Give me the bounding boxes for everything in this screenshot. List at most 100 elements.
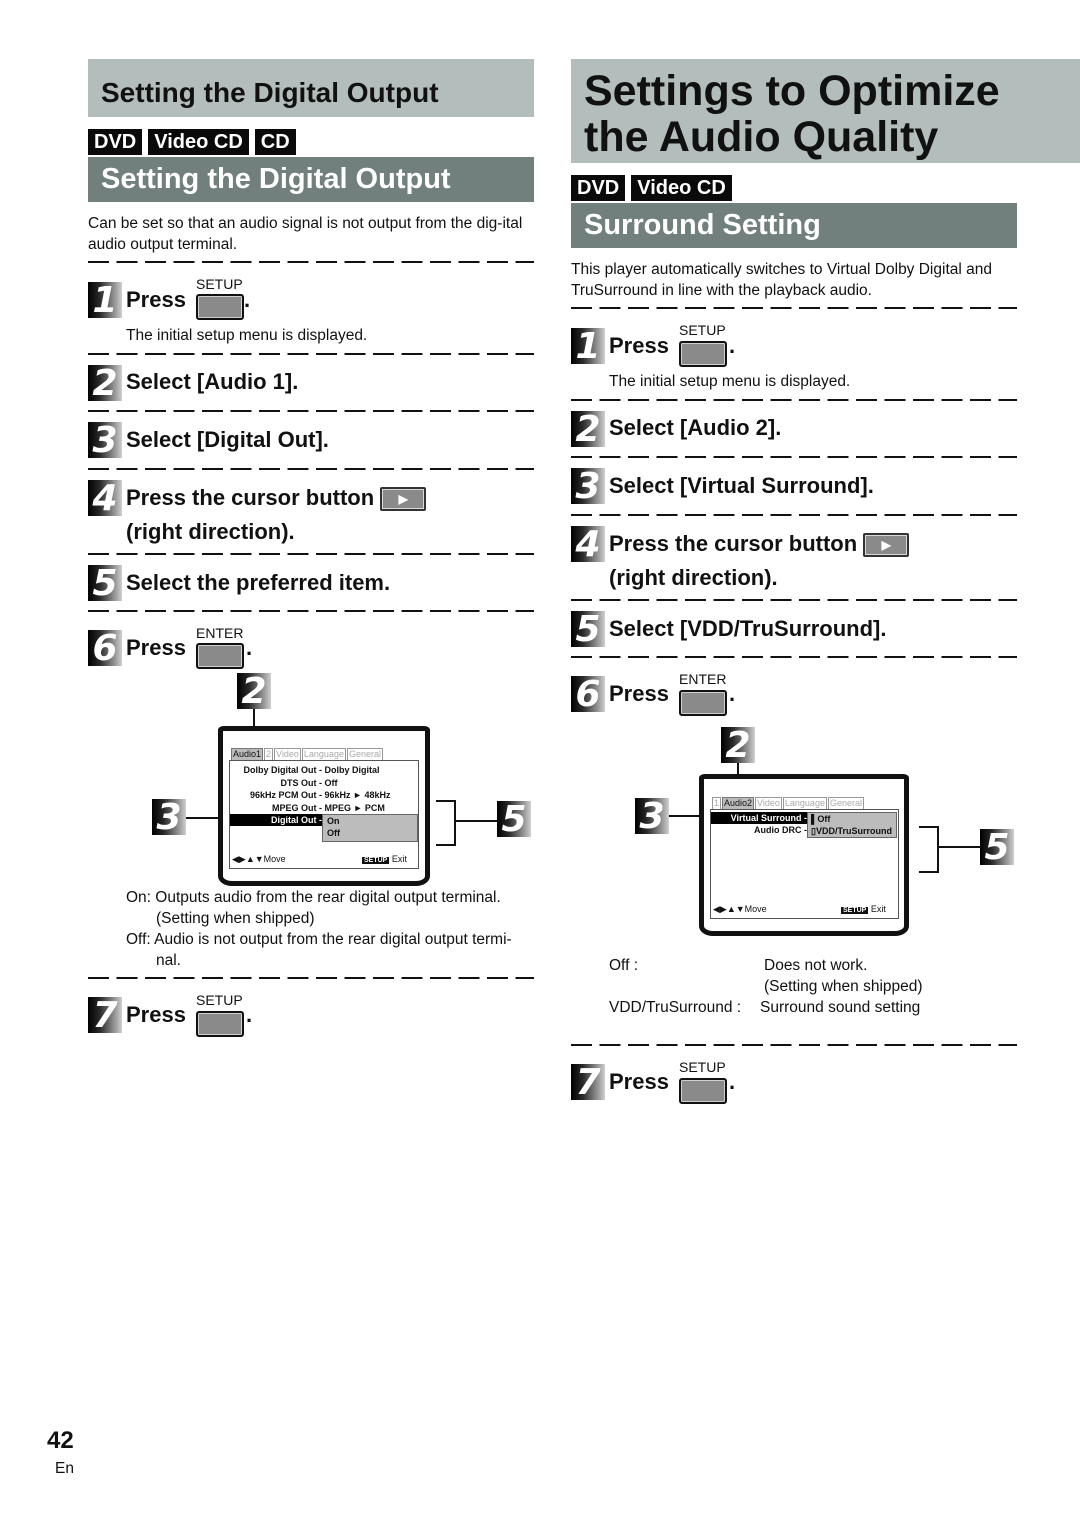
callout-2: 2	[721, 727, 755, 763]
step-6-text: Press	[126, 635, 186, 660]
callout-2: 2	[237, 673, 271, 709]
step-6-text: Press	[609, 681, 669, 706]
step-4-text2: (right direction).	[609, 565, 778, 590]
period: .	[246, 1002, 253, 1027]
description-line2: TruSurround in line with the playback au…	[571, 282, 872, 299]
setup-chip-icon: SETUP	[841, 907, 869, 914]
description-line1: This player automatically switches to Vi…	[571, 261, 992, 278]
step-4-label: Press the cursor button	[609, 531, 858, 556]
divider	[88, 553, 534, 555]
step-3-text: Select [Digital Out].	[126, 427, 329, 452]
divider	[88, 468, 534, 470]
setup-key-icon	[196, 294, 244, 325]
badge-video-cd: Video CD	[148, 129, 249, 155]
callout-bracket	[919, 826, 939, 873]
subsection-title: Surround Setting	[584, 209, 821, 241]
step-1-note: The initial setup menu is displayed.	[126, 327, 368, 344]
step-number-7: 7	[88, 997, 122, 1033]
step-number-6: 6	[571, 676, 605, 712]
arrows-icon: ◀▶▲▼	[232, 854, 264, 864]
description: Can be set so that an audio signal is no…	[88, 215, 523, 253]
badge-cd: CD	[254, 129, 296, 155]
setup-key-label: SETUP	[196, 276, 243, 292]
menu-row[interactable]: DTS Out - Off	[230, 777, 338, 789]
step-7-text: Press	[126, 1002, 186, 1027]
setup-key-label: SETUP	[196, 992, 243, 1008]
step-1-text: Press	[609, 333, 669, 358]
option-on[interactable]: On	[323, 815, 417, 827]
option-off[interactable]: Off	[323, 827, 417, 839]
step-4-text2: (right direction).	[126, 519, 295, 544]
move-hint: ◀▶▲▼Move	[232, 854, 286, 864]
menu-row-selected[interactable]: Virtual Surround -	[711, 812, 809, 824]
option-off[interactable]: ▌Off	[808, 813, 896, 825]
setup-key-icon	[679, 1078, 727, 1109]
move-hint: ◀▶▲▼Move	[713, 904, 767, 914]
step-5-text: Select the preferred item.	[126, 570, 391, 595]
option-desc-off-2: nal.	[156, 952, 181, 969]
divider	[571, 656, 1017, 658]
step-number-3: 3	[571, 468, 605, 504]
setup-key-label: SETUP	[679, 1059, 726, 1075]
exit-hint: SETUP Exit	[362, 854, 407, 864]
step-number-1: 1	[88, 282, 122, 318]
callout-3: 3	[152, 799, 186, 835]
option-desc-off: Off: Audio is not output from the rear d…	[126, 931, 512, 948]
subsection-header: Setting the Digital Output	[88, 157, 534, 202]
step-number-5: 5	[88, 565, 122, 601]
period: .	[246, 635, 253, 660]
option-desc-on: On: Outputs audio from the rear digital …	[126, 889, 501, 906]
step-number-4: 4	[88, 480, 122, 516]
enter-key-icon	[196, 643, 244, 674]
enter-key-icon	[679, 690, 727, 721]
section-header: Setting the Digital Output	[88, 59, 534, 117]
divider	[88, 977, 534, 979]
option-desc-on-2: (Setting when shipped)	[156, 910, 315, 927]
option-vdd-trusurround[interactable]: ▯VDD/TruSurround	[808, 825, 896, 837]
menu-row-selected[interactable]: Digital Out -	[230, 814, 324, 826]
menu-row[interactable]: MPEG Out - MPEG ► PCM	[230, 802, 385, 814]
menu-panel: Dolby Digital Out - Dolby Digital DTS Ou…	[229, 760, 419, 869]
callout-3: 3	[635, 798, 669, 834]
callout-line	[455, 820, 497, 822]
step-4-text: Press the cursor button ▶	[609, 531, 910, 558]
step-4-label: Press the cursor button	[126, 485, 375, 510]
step-1-text: Press	[126, 287, 186, 312]
step-3-text: Select [Virtual Surround].	[609, 473, 874, 498]
callout-5: 5	[497, 801, 531, 837]
step-number-3: 3	[88, 422, 122, 458]
divider	[88, 410, 534, 412]
option-desc-off-text: Does not work.	[764, 957, 868, 974]
cursor-right-key-icon: ▶	[380, 487, 427, 512]
step-number-2: 2	[571, 411, 605, 447]
enter-key-label: ENTER	[679, 671, 727, 687]
step-4-text: Press the cursor button ▶	[126, 485, 427, 512]
step-number-6: 6	[88, 630, 122, 666]
divider	[88, 261, 534, 263]
arrows-icon: ◀▶▲▼	[713, 904, 745, 914]
badge-video-cd: Video CD	[631, 175, 732, 201]
cursor-right-key-icon: ▶	[863, 533, 910, 558]
exit-hint: SETUP Exit	[841, 904, 886, 914]
callout-5: 5	[980, 829, 1014, 865]
step-1-note: The initial setup menu is displayed.	[609, 373, 851, 390]
option-list: On Off	[322, 814, 418, 842]
divider	[571, 1044, 1017, 1046]
step-number-5: 5	[571, 611, 605, 647]
menu-row[interactable]: Dolby Digital Out - Dolby Digital	[230, 764, 380, 776]
option-list: ▌Off ▯VDD/TruSurround	[807, 812, 897, 838]
setup-key-icon	[196, 1011, 244, 1042]
tv-screen: 1 Audio2 Video Language General Virtual …	[699, 774, 909, 936]
page-number: 42	[47, 1427, 74, 1454]
subsection-title: Setting the Digital Output	[101, 163, 451, 195]
menu-panel: Virtual Surround - Audio DRC - ▌Off ▯VDD…	[710, 809, 899, 919]
disc-badges: DVD Video CD	[571, 175, 732, 201]
tv-screen: Audio1 2 Video Language General Dolby Di…	[218, 726, 430, 886]
divider	[88, 353, 534, 355]
option-desc-off-text2: (Setting when shipped)	[764, 978, 923, 995]
step-number-7: 7	[571, 1064, 605, 1100]
setup-key-icon	[679, 341, 727, 372]
page-header: Settings to Optimize the Audio Quality	[571, 59, 1080, 163]
menu-row[interactable]: 96kHz PCM Out - 96kHz ► 48kHz	[230, 789, 390, 801]
menu-row[interactable]: Audio DRC -	[711, 824, 807, 836]
